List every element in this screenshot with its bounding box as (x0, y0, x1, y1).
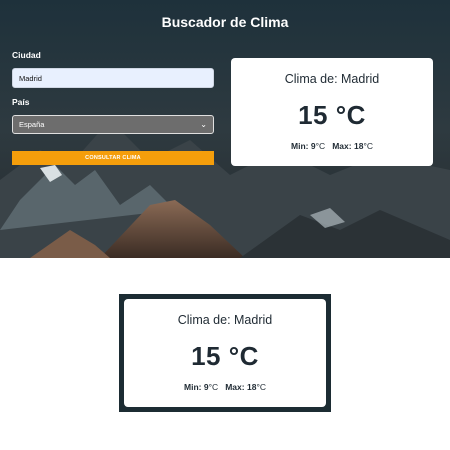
country-select[interactable]: España ⌄ (12, 115, 214, 134)
cropped-result-frame: Clima de: Madrid 15 °C Min: 9°C Max: 18°… (119, 294, 331, 412)
country-label: País (12, 97, 30, 107)
max-unit: °C (363, 141, 373, 151)
chevron-down-icon: ⌄ (200, 120, 207, 129)
city-input[interactable] (12, 68, 214, 88)
max-label: Max: (332, 141, 352, 151)
crop-heading: Clima de: Madrid (177, 313, 273, 327)
crop-max-label: Max: (225, 382, 245, 392)
crop-min-label: Min: (184, 382, 202, 392)
min-unit: °C (315, 141, 326, 151)
crop-min-unit: °C (208, 382, 219, 392)
weather-result-card: Clima de: Madrid 15 °C Min: 9°C Max: 18°… (231, 58, 433, 166)
crop-min-max: Min: 9°C Max: 18°C (124, 382, 326, 392)
crop-max-unit: °C (256, 382, 266, 392)
result-min-max: Min: 9°C Max: 18°C (231, 141, 433, 151)
result-heading: Clima de: Madrid (284, 72, 380, 86)
country-selected-value: España (19, 120, 45, 129)
cropped-result-card: Clima de: Madrid 15 °C Min: 9°C Max: 18°… (124, 299, 326, 407)
consult-weather-button[interactable]: CONSULTAR CLIMA (12, 151, 214, 165)
weather-app: Buscador de Clima Ciudad País España ⌄ C… (0, 0, 450, 258)
stage: Buscador de Clima Ciudad País España ⌄ C… (0, 0, 450, 450)
app-title: Buscador de Clima (161, 14, 289, 30)
city-label: Ciudad (12, 50, 41, 60)
min-label: Min: (291, 141, 309, 151)
result-temperature: 15 °C (298, 100, 366, 130)
crop-temperature: 15 °C (191, 341, 259, 371)
